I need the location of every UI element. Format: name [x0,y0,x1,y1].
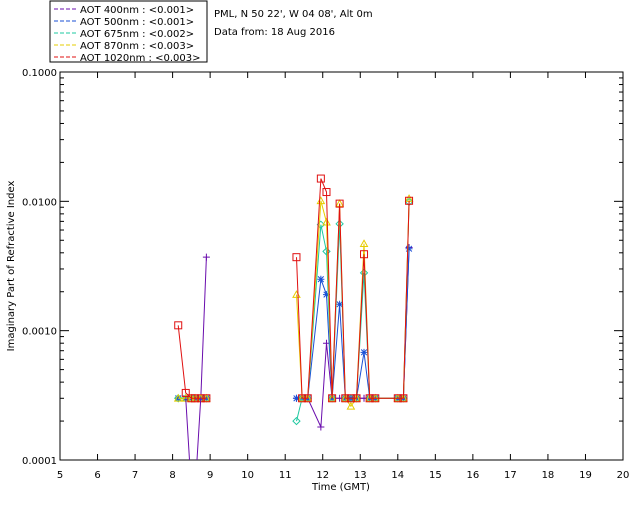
x-tick-label: 15 [429,470,442,481]
series-line [185,398,202,460]
data-date-label: Data from: 18 Aug 2016 [214,27,335,38]
y-tick-label: 0.0001 [22,456,57,467]
x-tick-label: 12 [316,470,329,481]
legend-label: AOT 400nm : <0.001> [80,5,194,16]
x-tick-label: 9 [207,470,213,481]
x-tick-label: 17 [504,470,517,481]
legend-label: AOT 500nm : <0.001> [80,17,194,28]
x-tick-label: 7 [132,470,138,481]
x-tick-label: 13 [354,470,367,481]
x-axis-label: Time (GMT) [311,482,370,493]
data-point [317,275,325,283]
legend-label: AOT 870nm : <0.003> [80,41,194,52]
axis-ticks: 5 6 7 8 9 10 11 12 13 14 15 16 17 18 19 20 0.0001 0.0010 0… [22,68,629,481]
x-tick-label: 20 [617,470,630,481]
station-label: PML, N 50 22', W 04 08', Alt 0m [214,9,373,20]
y-tick-label: 0.0100 [22,197,57,208]
series-group [174,174,414,403]
series-group [173,194,414,410]
series-layer [173,174,414,460]
x-tick-label: 6 [94,470,100,481]
data-point [405,245,413,253]
x-tick-label: 18 [542,470,555,481]
y-axis-label: Imaginary Part of Refractive Index [6,181,17,352]
series-group [174,197,414,426]
legend-label: AOT 675nm : <0.002> [80,29,194,40]
series-line [296,178,410,399]
x-tick-label: 5 [57,470,63,481]
y-tick-label: 0.0010 [22,327,57,338]
x-tick-label: 14 [391,470,404,481]
x-tick-label: 16 [466,470,479,481]
refractive-index-chart: AOT 400nm : <0.001>AOT 500nm : <0.001>AO… [6,0,629,493]
series-group [174,245,413,402]
y-tick-label: 0.1000 [22,68,57,79]
x-tick-label: 19 [579,470,592,481]
legend-label: AOT 1020nm : <0.003> [80,53,200,64]
data-point [360,348,368,356]
x-tick-label: 8 [169,470,175,481]
series-group [185,398,202,460]
x-tick-label: 11 [279,470,292,481]
series-line [178,257,207,399]
series-group [174,243,413,431]
data-point [202,253,210,261]
data-point [317,423,325,431]
x-tick-label: 10 [241,470,254,481]
